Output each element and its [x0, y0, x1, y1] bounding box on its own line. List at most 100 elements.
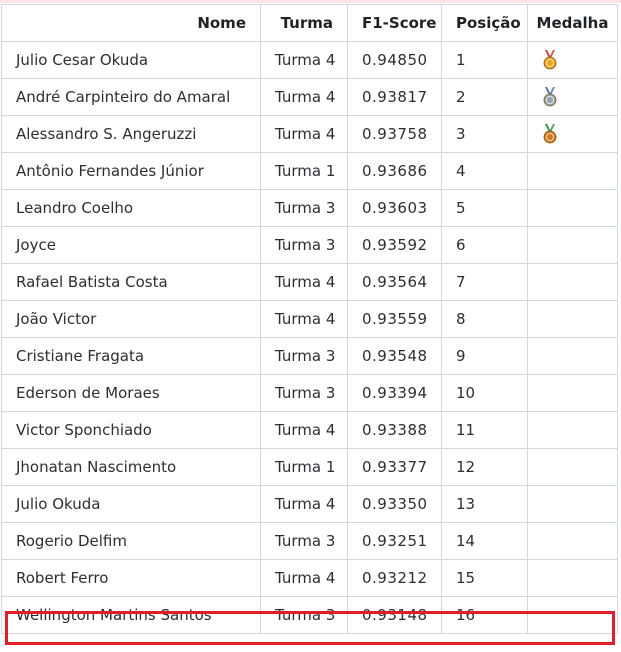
row-name: Victor Sponchiado [1, 411, 261, 449]
row-medal [527, 337, 618, 375]
row-turma: Turma 4 [260, 115, 348, 153]
table-row: Jhonatan Nascimento Turma 1 0.93377 12 [1, 448, 618, 486]
row-name: Alessandro S. Angeruzzi [1, 115, 261, 153]
row-position: 7 [441, 263, 528, 301]
table-row: Victor Sponchiado Turma 4 0.93388 11 [1, 411, 618, 449]
table-row: Joyce Turma 3 0.93592 6 [1, 226, 618, 264]
row-turma: Turma 3 [260, 226, 348, 264]
row-turma: Turma 3 [260, 189, 348, 227]
row-medal [527, 559, 618, 597]
table-row: Wellington Martins Santos Turma 3 0.93148 1… [1, 596, 618, 634]
row-position: 4 [441, 152, 528, 190]
table-row: André Carpinteiro do Amaral Turma 4 0.9381… [1, 78, 618, 116]
row-name: Ederson de Moraes [1, 374, 261, 412]
table-row: Rafael Batista Costa Turma 4 0.93564 7 [1, 263, 618, 301]
row-name: João Victor [1, 300, 261, 338]
row-position: 13 [441, 485, 528, 523]
header-medal: Medalha [527, 4, 618, 42]
row-name: Rafael Batista Costa [1, 263, 261, 301]
row-position: 3 [441, 115, 528, 153]
header-row: Nome Turma F1-Score Posição Medalha [1, 4, 618, 42]
header-position: Posição [441, 4, 528, 42]
row-score: 0.93603 [347, 189, 442, 227]
row-position: 5 [441, 189, 528, 227]
row-position: 6 [441, 226, 528, 264]
row-turma: Turma 4 [260, 559, 348, 597]
table-row: Antônio Fernandes Júnior Turma 1 0.93686 4 [1, 152, 618, 190]
row-score: 0.93251 [347, 522, 442, 560]
row-position: 11 [441, 411, 528, 449]
row-position: 14 [441, 522, 528, 560]
row-turma: Turma 3 [260, 596, 348, 634]
table-row: Rogerio Delfim Turma 3 0.93251 14 [1, 522, 618, 560]
row-name: Antônio Fernandes Júnior [1, 152, 261, 190]
table-row: Julio Cesar Okuda Turma 4 0.94850 1 [1, 41, 618, 79]
row-turma: Turma 4 [260, 411, 348, 449]
row-medal [527, 300, 618, 338]
row-score: 0.94850 [347, 41, 442, 79]
row-name: Jhonatan Nascimento [1, 448, 261, 486]
table-row: Robert Ferro Turma 4 0.93212 15 [1, 559, 618, 597]
row-score: 0.93686 [347, 152, 442, 190]
header-turma: Turma [260, 4, 348, 42]
row-score: 0.93548 [347, 337, 442, 375]
row-name: Joyce [1, 226, 261, 264]
header-name: Nome [1, 4, 261, 42]
table-row: Alessandro S. Angeruzzi Turma 4 0.93758 3 [1, 115, 618, 153]
row-medal [527, 226, 618, 264]
row-name: André Carpinteiro do Amaral [1, 78, 261, 116]
top-accent-bar [0, 0, 621, 3]
row-medal [527, 522, 618, 560]
row-score: 0.93592 [347, 226, 442, 264]
row-turma: Turma 4 [260, 300, 348, 338]
row-position: 15 [441, 559, 528, 597]
row-score: 0.93148 [347, 596, 442, 634]
silver-medal-icon [542, 87, 558, 107]
row-score: 0.93559 [347, 300, 442, 338]
row-turma: Turma 3 [260, 522, 348, 560]
row-position: 8 [441, 300, 528, 338]
row-score: 0.93212 [347, 559, 442, 597]
row-medal [527, 374, 618, 412]
row-name: Robert Ferro [1, 559, 261, 597]
table-row: João Victor Turma 4 0.93559 8 [1, 300, 618, 338]
row-medal [527, 448, 618, 486]
row-score: 0.93817 [347, 78, 442, 116]
row-turma: Turma 4 [260, 263, 348, 301]
row-position: 10 [441, 374, 528, 412]
row-score: 0.93758 [347, 115, 442, 153]
row-turma: Turma 3 [260, 337, 348, 375]
row-name: Julio Okuda [1, 485, 261, 523]
bronze-medal-icon [542, 124, 558, 144]
row-medal [527, 189, 618, 227]
row-name: Leandro Coelho [1, 189, 261, 227]
row-turma: Turma 4 [260, 485, 348, 523]
row-score: 0.93377 [347, 448, 442, 486]
row-position: 2 [441, 78, 528, 116]
row-name: Julio Cesar Okuda [1, 41, 261, 79]
table-row: Julio Okuda Turma 4 0.93350 13 [1, 485, 618, 523]
gold-medal-icon [542, 50, 558, 70]
leaderboard-body: Julio Cesar Okuda Turma 4 0.94850 1 André Ca… [1, 41, 618, 634]
table-row: Ederson de Moraes Turma 3 0.93394 10 [1, 374, 618, 412]
row-position: 1 [441, 41, 528, 79]
header-score: F1-Score [347, 4, 442, 42]
row-score: 0.93350 [347, 485, 442, 523]
row-medal [527, 485, 618, 523]
leaderboard-table: Nome Turma F1-Score Posição Medalha Juli… [1, 4, 618, 634]
row-turma: Turma 3 [260, 374, 348, 412]
row-name: Wellington Martins Santos [1, 596, 261, 634]
row-score: 0.93388 [347, 411, 442, 449]
row-turma: Turma 1 [260, 448, 348, 486]
table-row: Leandro Coelho Turma 3 0.93603 5 [1, 189, 618, 227]
row-medal [527, 78, 618, 116]
row-turma: Turma 4 [260, 78, 348, 116]
row-medal [527, 411, 618, 449]
row-score: 0.93394 [347, 374, 442, 412]
row-position: 12 [441, 448, 528, 486]
table-row: Cristiane Fragata Turma 3 0.93548 9 [1, 337, 618, 375]
row-medal [527, 263, 618, 301]
row-name: Rogerio Delfim [1, 522, 261, 560]
row-turma: Turma 1 [260, 152, 348, 190]
row-medal [527, 596, 618, 634]
